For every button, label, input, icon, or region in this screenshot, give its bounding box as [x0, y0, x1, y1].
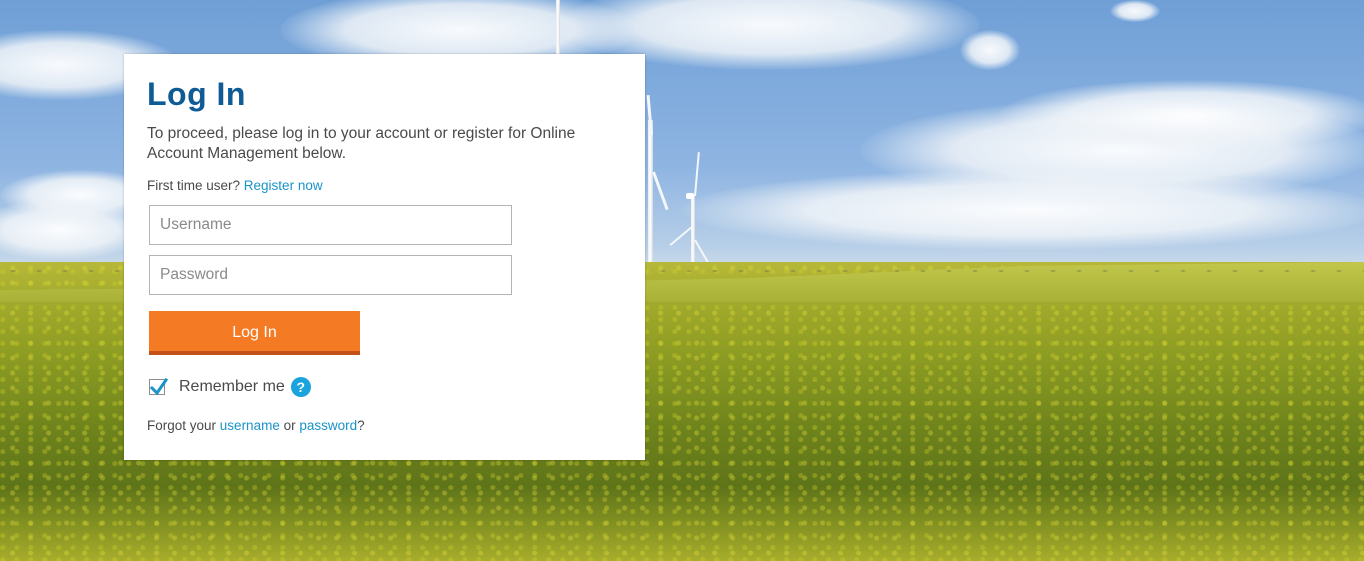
cloud — [680, 170, 1364, 250]
forgot-or: or — [283, 418, 296, 433]
forgot-credentials-line: Forgot your username or password? — [147, 418, 622, 433]
password-input[interactable] — [149, 255, 512, 295]
forgot-suffix: ? — [357, 418, 365, 433]
login-button[interactable]: Log In — [149, 311, 360, 355]
wind-turbine-blade — [669, 225, 694, 247]
cloud — [960, 30, 1020, 70]
login-intro-text: To proceed, please log in to your accoun… — [147, 125, 576, 162]
remember-me-checkbox[interactable] — [149, 377, 168, 396]
wind-turbine-blade — [652, 171, 669, 211]
page-title: Log In — [147, 76, 246, 112]
cloud — [1110, 0, 1160, 22]
wind-turbine-blade — [694, 152, 700, 197]
cloud — [1000, 80, 1364, 150]
remember-me-label: Remember me — [179, 378, 285, 395]
checkmark-icon — [150, 377, 168, 396]
wind-turbine-hub — [686, 193, 694, 199]
first-time-user-label: First time user? — [147, 178, 241, 193]
wind-turbine — [648, 120, 653, 276]
forgot-prefix: Forgot your — [147, 418, 217, 433]
login-panel: Log In To proceed, please log in to your… — [124, 54, 645, 460]
register-now-link[interactable]: Register now — [244, 178, 323, 193]
first-time-user-line: First time user? Register now — [147, 178, 622, 193]
forgot-password-link[interactable]: password — [299, 418, 357, 433]
forgot-username-link[interactable]: username — [220, 418, 280, 433]
background-scene: Log In To proceed, please log in to your… — [0, 0, 1364, 561]
wind-turbine — [556, 0, 560, 54]
question-circle-icon[interactable]: ? — [290, 377, 311, 397]
username-input[interactable] — [149, 205, 512, 245]
remember-me-row: Remember me ? — [149, 377, 622, 397]
